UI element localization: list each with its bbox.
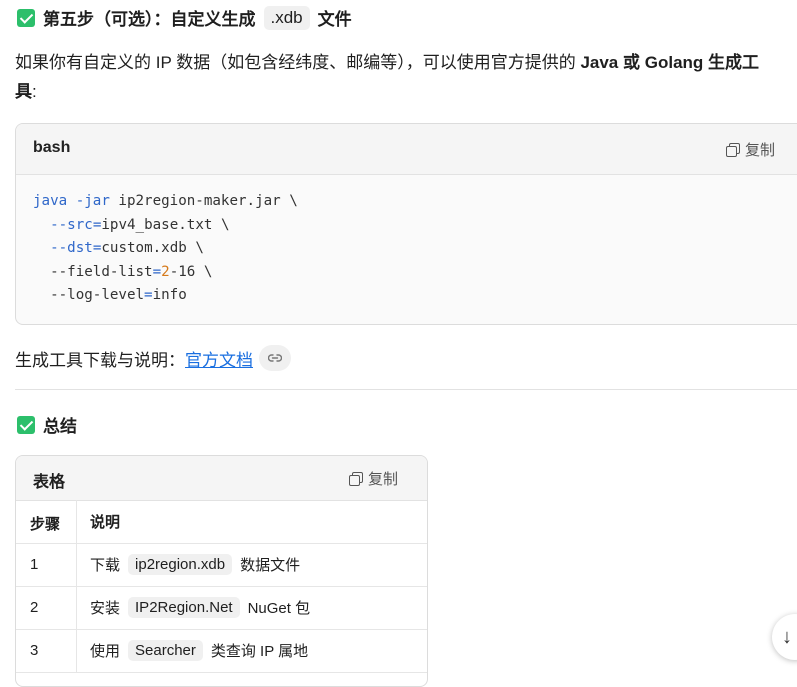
checkbox-icon [17,415,35,434]
step5-paragraph: 如果你有自定义的 IP 数据（如包含经纬度、邮编等），可以使用官方提供的 Jav… [15,48,797,106]
download-line: 生成工具下载与说明： 官方文档 [15,345,291,371]
divider [15,389,797,390]
row-pre: 下载 [90,557,121,574]
code-block: bash 复制 java -jar ip2region-maker.jar \ … [15,123,797,325]
arrow-down-icon: ↓ [782,625,792,648]
para-tool-a: 生成工 [708,53,760,72]
copy-icon [349,472,363,486]
para-golang: Golang [644,53,704,72]
checkbox-icon [17,8,35,27]
row-pre: 安装 [90,600,121,617]
summary-heading: 总结 [17,412,77,437]
row-step: 3 [30,642,39,659]
code-copy-button[interactable]: 复制 [726,139,775,160]
row-post: NuGet 包 [247,600,311,617]
para-tool-b: 具 [15,82,32,101]
para-text: 如果你有自定义的 IP 数据（如包含经纬度、邮编等），可以使用官方提供的 [15,53,581,72]
code-line: --log-level=info [33,287,187,304]
row-code: Searcher [128,640,203,661]
table-row: 1 下载 ip2region.xdb 数据文件 [16,543,427,587]
table-row: 3 使用 Searcher 类查询 IP 属地 [16,629,427,673]
code-line: java -jar ip2region-maker.jar \ [33,193,298,209]
table-title: 表格 [33,474,66,491]
column-header-step: 步骤 [30,516,61,533]
table-row: 2 安装 IP2Region.Net NuGet 包 [16,586,427,630]
step5-heading-suffix: 文件 [317,10,352,29]
summary-table: 表格 复制 步骤 说明 1 下载 ip2region.xdb 数据文件 2 安装… [15,455,428,687]
code-line: --dst=custom.xdb \ [50,240,204,257]
code-content: java -jar ip2region-maker.jar \ --src=ip… [33,190,298,308]
table-copy-button[interactable]: 复制 [349,468,398,489]
summary-heading-text: 总结 [43,417,77,436]
row-step: 1 [30,556,39,573]
code-language: bash [33,139,71,156]
table-copy-label: 复制 [368,471,399,488]
download-label: 生成工具下载与说明： [15,350,185,370]
step5-heading-prefix: 第五步（可选）：自定义生成 [43,10,256,29]
row-post: 数据文件 [240,557,301,574]
para-colon: : [32,82,37,101]
row-code: ip2region.xdb [128,554,233,575]
code-line: --src=ipv4_base.txt \ [50,216,230,233]
row-code: IP2Region.Net [128,597,240,618]
official-docs-link[interactable]: 官方文档 [185,346,253,371]
scroll-to-bottom-button[interactable]: ↓ [772,614,797,660]
para-java: Java [580,53,619,72]
row-pre: 使用 [90,643,121,660]
table-header-bar: 表格 复制 [16,456,427,501]
step5-heading-code: .xdb [263,5,310,30]
link-icon[interactable] [259,345,291,371]
code-copy-label: 复制 [745,142,776,159]
copy-icon [726,143,740,157]
table-header-row: 步骤 说明 [16,500,427,544]
code-line: --field-list=2-16 \ [33,263,213,280]
row-post: 类查询 IP 属地 [210,643,309,660]
row-step: 2 [30,599,39,616]
column-header-desc: 说明 [90,514,121,531]
step5-heading: 第五步（可选）：自定义生成 .xdb 文件 [17,5,352,30]
para-or: 或 [623,53,640,72]
code-block-header: bash 复制 [16,124,797,175]
